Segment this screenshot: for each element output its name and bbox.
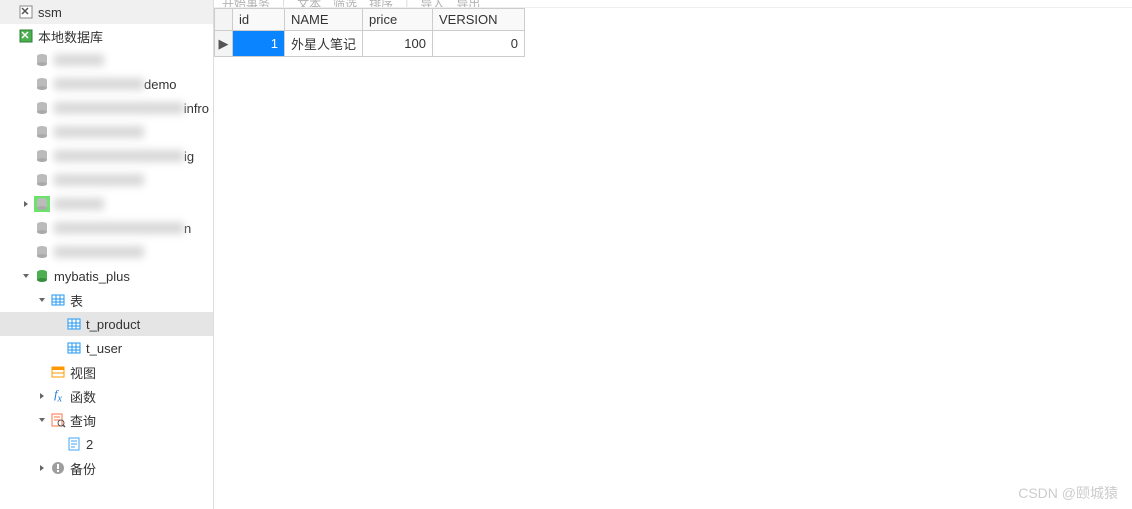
navicat-green-icon [18, 28, 34, 44]
col-header-price[interactable]: price [363, 9, 433, 31]
table-blue-icon [66, 340, 82, 356]
tree-item-infro[interactable]: infro [0, 96, 213, 120]
db-green-icon [34, 268, 50, 284]
tree-item-blurred-5[interactable] [0, 120, 213, 144]
db-gray-icon [34, 148, 50, 164]
cell-id[interactable]: 1 [233, 31, 285, 57]
tree-label: 备份 [70, 459, 96, 478]
tree-label-suffix: demo [144, 77, 177, 92]
expand-icon[interactable] [36, 390, 48, 402]
tree-item-mybatis_plus[interactable]: mybatis_plus [0, 264, 213, 288]
separator: | [405, 0, 408, 8]
blurred-label [54, 222, 184, 234]
collapse-icon[interactable] [36, 294, 48, 306]
main-panel: 开始事务 | 文本 筛选 排序 | 导入 导出 id NAME price VE… [214, 0, 1132, 509]
tree-item-demo[interactable]: demo [0, 72, 213, 96]
fx-icon: fx [50, 388, 66, 404]
tree-item-表[interactable]: 表 [0, 288, 213, 312]
toolbar: 开始事务 | 文本 筛选 排序 | 导入 导出 [214, 0, 1132, 8]
sidebar: ssm 本地数据库 demo infro ig n mybatis_plus 表t_produ… [0, 0, 214, 509]
db-gray-icon [34, 124, 50, 140]
tree-item-blurred-10[interactable] [0, 240, 213, 264]
tree-label: 查询 [70, 411, 96, 430]
backup-icon [50, 460, 66, 476]
blurred-label [54, 150, 184, 162]
tree-item-ig[interactable]: ig [0, 144, 213, 168]
begin-tx-button[interactable]: 开始事务 [222, 0, 270, 8]
tree-label: 函数 [70, 387, 96, 406]
col-header-id[interactable]: id [233, 9, 285, 31]
db-gray-icon [34, 244, 50, 260]
db-gray-icon [34, 52, 50, 68]
tree-label: mybatis_plus [54, 269, 130, 284]
tree-item-blurred-2[interactable] [0, 48, 213, 72]
db-gray-icon [34, 76, 50, 92]
query-item-icon [66, 436, 82, 452]
col-header-version[interactable]: VERSION [433, 9, 525, 31]
tree-label: 本地数据库 [38, 27, 103, 46]
tree-label: 表 [70, 291, 83, 310]
expand-icon[interactable] [20, 198, 32, 210]
data-grid[interactable]: id NAME price VERSION ▶1外星人笔记1000 [214, 8, 1132, 509]
tree-label: 视图 [70, 363, 96, 382]
table-row[interactable]: ▶1外星人笔记1000 [215, 31, 525, 57]
tree-item-函数[interactable]: fx函数 [0, 384, 213, 408]
db-gray-icon [34, 220, 50, 236]
filter-button[interactable]: 筛选 [333, 0, 357, 8]
sort-button[interactable]: 排序 [369, 0, 393, 8]
db-gray-icon [34, 100, 50, 116]
blurred-label [54, 246, 144, 258]
tree-root: ssm 本地数据库 demo infro ig n mybatis_plus 表t_produ… [0, 0, 213, 480]
header-row: id NAME price VERSION [215, 9, 525, 31]
tree-item-本地数据库[interactable]: 本地数据库 [0, 24, 213, 48]
tree-item-2[interactable]: 2 [0, 432, 213, 456]
result-table: id NAME price VERSION ▶1外星人笔记1000 [214, 8, 525, 57]
tree-label: 2 [86, 437, 93, 452]
tree-item-n[interactable]: n [0, 216, 213, 240]
collapse-icon[interactable] [20, 270, 32, 282]
tree-item-ssm[interactable]: ssm [0, 0, 213, 24]
collapse-icon[interactable] [36, 414, 48, 426]
col-header-name[interactable]: NAME [285, 9, 363, 31]
export-button[interactable]: 导出 [456, 0, 480, 8]
tree-item-备份[interactable]: 备份 [0, 456, 213, 480]
blurred-label [54, 78, 144, 90]
table-blue-icon [66, 316, 82, 332]
query-icon [50, 412, 66, 428]
tree-item-t_product[interactable]: t_product [0, 312, 213, 336]
separator: | [282, 0, 285, 8]
cell-name[interactable]: 外星人笔记 [285, 31, 363, 57]
cell-version[interactable]: 0 [433, 31, 525, 57]
blurred-label [54, 102, 184, 114]
db-gray-icon [34, 172, 50, 188]
row-marker: ▶ [215, 31, 233, 57]
cell-price[interactable]: 100 [363, 31, 433, 57]
tree-item-视图[interactable]: 视图 [0, 360, 213, 384]
blurred-label [54, 174, 144, 186]
tree-label: ssm [38, 5, 62, 20]
tree-item-blurred-8[interactable] [0, 192, 213, 216]
tree-label-suffix: n [184, 221, 191, 236]
tree-item-查询[interactable]: 查询 [0, 408, 213, 432]
tree-label-suffix: infro [184, 101, 209, 116]
tree-label: t_user [86, 341, 122, 356]
navicat-icon [18, 4, 34, 20]
tree-label: t_product [86, 317, 140, 332]
table-blue-icon [50, 292, 66, 308]
blurred-label [54, 126, 144, 138]
row-marker-header [215, 9, 233, 31]
tree-label-suffix: ig [184, 149, 194, 164]
tree-item-t_user[interactable]: t_user [0, 336, 213, 360]
tree-item-blurred-7[interactable] [0, 168, 213, 192]
text-button[interactable]: 文本 [297, 0, 321, 8]
expand-icon[interactable] [36, 462, 48, 474]
import-button[interactable]: 导入 [420, 0, 444, 8]
view-icon [50, 364, 66, 380]
blurred-label [54, 198, 104, 210]
table-body: ▶1外星人笔记1000 [215, 31, 525, 57]
blurred-label [54, 54, 104, 66]
db-gray-icon [34, 196, 50, 212]
